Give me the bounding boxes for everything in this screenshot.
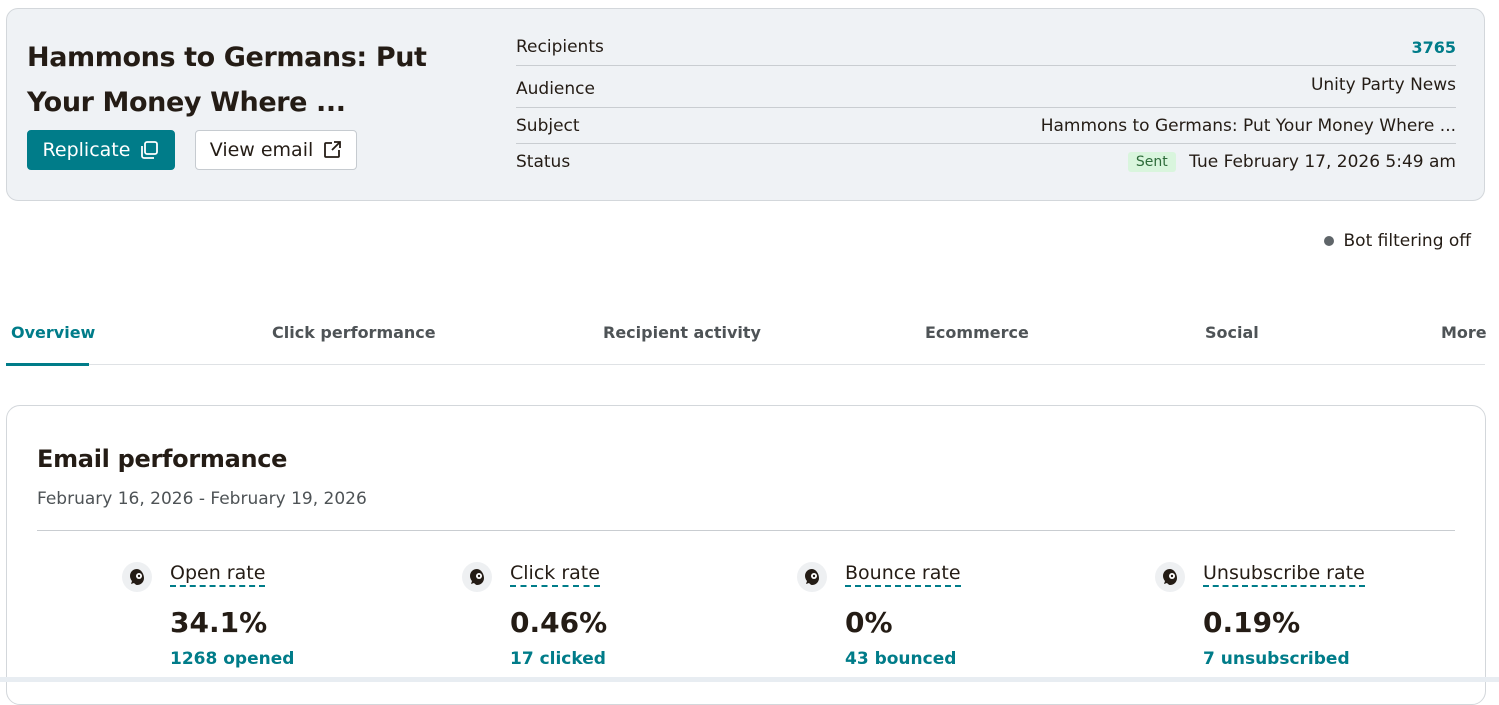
stat-open-rate: Open rate 34.1% 1268 opened xyxy=(122,562,294,669)
campaign-summary-panel: Hammons to Germans: Put Your Money Where… xyxy=(6,8,1485,201)
stat-bounce-rate: Bounce rate 0% 43 bounced xyxy=(797,562,961,669)
recipients-count-link[interactable]: 3765 xyxy=(1411,38,1456,57)
open-rate-value: 34.1% xyxy=(170,606,268,639)
unsubscribe-rate-label[interactable]: Unsubscribe rate xyxy=(1203,562,1365,587)
campaign-title: Hammons to Germans: Put Your Money Where… xyxy=(27,42,427,118)
subject-row: Subject Hammons to Germans: Put Your Mon… xyxy=(516,108,1456,144)
tab-social[interactable]: Social xyxy=(1205,323,1259,342)
tab-more[interactable]: More xyxy=(1441,323,1487,342)
bot-filtering-label: Bot filtering off xyxy=(1343,231,1471,251)
recipients-row: Recipients 3765 xyxy=(516,29,1456,66)
clicked-count-link[interactable]: 17 clicked xyxy=(510,649,606,669)
email-performance-title: Email performance xyxy=(37,445,288,473)
stat-unsubscribe-rate: Unsubscribe rate 0.19% 7 unsubscribed xyxy=(1155,562,1365,669)
subject-label: Subject xyxy=(516,115,580,136)
status-datetime: Tue February 17, 2026 5:49 am xyxy=(1189,152,1456,172)
copy-icon xyxy=(139,140,159,160)
status-dot-icon xyxy=(1323,236,1334,246)
status-badge: Sent xyxy=(1127,152,1176,172)
date-range: February 16, 2026 - February 19, 2026 xyxy=(37,489,367,509)
bounce-rate-label[interactable]: Bounce rate xyxy=(845,562,961,587)
status-row: Status Sent Tue February 17, 2026 5:49 a… xyxy=(516,144,1456,180)
replicate-button-label: Replicate xyxy=(42,139,131,161)
mailchimp-freddie-icon xyxy=(1155,562,1185,592)
audience-value: Unity Party News xyxy=(1310,74,1456,95)
status-value-group: Sent Tue February 17, 2026 5:49 am xyxy=(1127,152,1456,172)
report-tabs: Overview Click performance Recipient act… xyxy=(6,313,1487,366)
click-rate-label[interactable]: Click rate xyxy=(510,562,600,587)
unsubscribe-rate-value: 0.19% xyxy=(1203,606,1301,639)
campaign-details: Recipients 3765 Audience Unity Party New… xyxy=(516,29,1456,180)
audience-label: Audience xyxy=(516,78,595,99)
bot-filtering-toggle[interactable]: Bot filtering off xyxy=(1323,231,1471,251)
opened-count-link[interactable]: 1268 opened xyxy=(170,649,294,669)
tab-overview[interactable]: Overview xyxy=(11,323,95,342)
bounce-rate-value: 0% xyxy=(845,606,893,639)
mailchimp-freddie-icon xyxy=(797,562,827,592)
audience-row: Audience Unity Party News xyxy=(516,66,1456,108)
tab-recipient-activity[interactable]: Recipient activity xyxy=(603,323,761,342)
unsubscribed-count-link[interactable]: 7 unsubscribed xyxy=(1203,649,1350,669)
bounced-count-link[interactable]: 43 bounced xyxy=(845,649,956,669)
tab-ecommerce[interactable]: Ecommerce xyxy=(925,323,1029,342)
bottom-edge xyxy=(0,677,1499,682)
replicate-button[interactable]: Replicate xyxy=(27,130,175,170)
active-tab-indicator xyxy=(6,363,89,366)
email-performance-card: Email performance February 16, 2026 - Fe… xyxy=(6,405,1486,705)
tab-click-performance[interactable]: Click performance xyxy=(272,323,436,342)
click-rate-value: 0.46% xyxy=(510,606,608,639)
status-label: Status xyxy=(516,152,571,172)
subject-value: Hammons to Germans: Put Your Money Where… xyxy=(1040,115,1456,136)
external-link-icon xyxy=(322,140,342,160)
view-email-button[interactable]: View email xyxy=(195,130,357,170)
divider xyxy=(37,530,1455,531)
mailchimp-freddie-icon xyxy=(462,562,492,592)
stat-click-rate: Click rate 0.46% 17 clicked xyxy=(462,562,607,669)
view-email-button-label: View email xyxy=(209,139,314,161)
mailchimp-freddie-icon xyxy=(122,562,152,592)
open-rate-label[interactable]: Open rate xyxy=(170,562,266,587)
recipients-label: Recipients xyxy=(516,37,604,57)
